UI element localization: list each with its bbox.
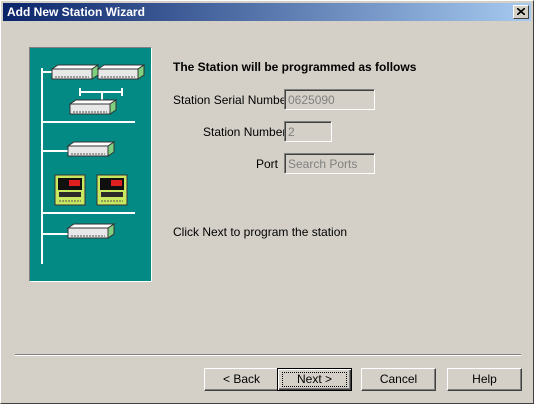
help-button[interactable]: Help: [447, 368, 522, 391]
port-field: Search Ports: [284, 153, 375, 174]
instruction-text: Click Next to program the station: [173, 225, 348, 239]
window-title: Add New Station Wizard: [7, 5, 145, 19]
wizard-window: Add New Station Wizard The Station will …: [0, 0, 534, 404]
back-button[interactable]: < Back: [204, 368, 279, 391]
summary-heading: The Station will be programmed as follow…: [173, 60, 417, 74]
close-button[interactable]: [513, 5, 529, 19]
next-button-label: Next >: [296, 372, 332, 386]
help-button-label: Help: [472, 372, 497, 386]
title-bar[interactable]: Add New Station Wizard: [3, 3, 531, 21]
cancel-button[interactable]: Cancel: [361, 368, 436, 391]
controller-panel-icon: [54, 174, 128, 206]
back-button-label: < Back: [222, 372, 261, 386]
serial-number-label: Station Serial Number: [173, 93, 291, 107]
serial-number-field: 0625090: [284, 89, 375, 110]
station-network-illustration: [29, 47, 152, 282]
station-number-field: 2: [284, 121, 332, 142]
separator: [15, 354, 521, 356]
station-number-label: Station Number: [203, 125, 287, 139]
port-label: Port: [256, 157, 279, 171]
close-icon: [517, 8, 525, 15]
cancel-button-label: Cancel: [379, 372, 418, 386]
next-button[interactable]: Next >: [277, 368, 352, 391]
